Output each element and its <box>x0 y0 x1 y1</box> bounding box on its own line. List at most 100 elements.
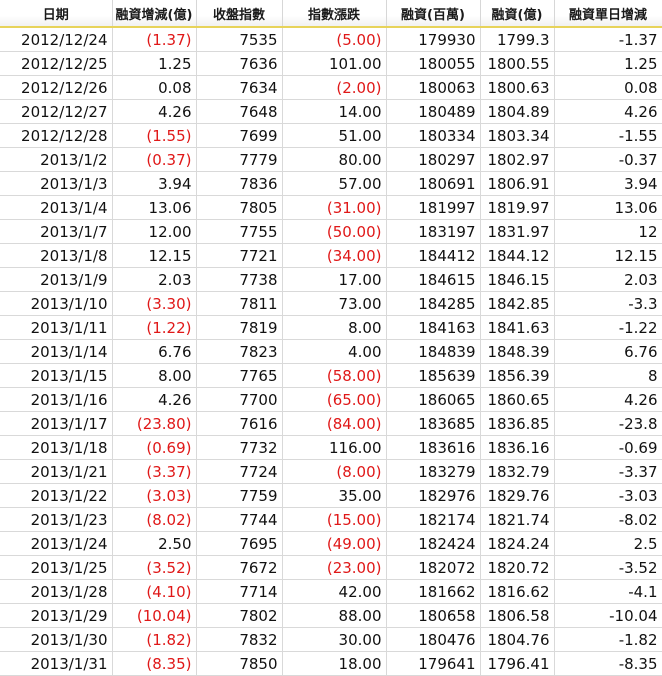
cell-margin-billion[interactable]: 1819.97 <box>480 195 555 220</box>
header-index-change[interactable]: 指數漲跌 <box>282 0 387 28</box>
cell-margin-billion[interactable]: 1832.79 <box>480 459 555 484</box>
cell-daily-change[interactable]: -3.52 <box>554 555 662 580</box>
cell-close-index[interactable]: 7636 <box>196 51 283 76</box>
cell-index-change[interactable]: (2.00) <box>282 75 387 100</box>
cell-daily-change[interactable]: -8.35 <box>554 651 662 676</box>
cell-margin-million[interactable]: 180297 <box>386 147 481 172</box>
header-margin-change[interactable]: 融資增減(億) <box>112 0 197 28</box>
cell-margin-billion[interactable]: 1820.72 <box>480 555 555 580</box>
cell-margin-billion[interactable]: 1803.34 <box>480 123 555 148</box>
cell-close-index[interactable]: 7721 <box>196 243 283 268</box>
cell-margin-change[interactable]: (1.82) <box>112 627 197 652</box>
cell-margin-million[interactable]: 180334 <box>386 123 481 148</box>
cell-daily-change[interactable]: -4.1 <box>554 579 662 604</box>
cell-margin-million[interactable]: 184163 <box>386 315 481 340</box>
cell-daily-change[interactable]: -8.02 <box>554 507 662 532</box>
cell-daily-change[interactable]: -10.04 <box>554 603 662 628</box>
cell-margin-change[interactable]: (8.35) <box>112 651 197 676</box>
cell-index-change[interactable]: (50.00) <box>282 219 387 244</box>
cell-daily-change[interactable]: 12 <box>554 219 662 244</box>
cell-date[interactable]: 2012/12/24 <box>0 27 113 52</box>
cell-margin-change[interactable]: 6.76 <box>112 339 197 364</box>
cell-index-change[interactable]: 35.00 <box>282 483 387 508</box>
cell-margin-billion[interactable]: 1799.3 <box>480 27 555 52</box>
cell-date[interactable]: 2013/1/16 <box>0 387 113 412</box>
cell-margin-million[interactable]: 182072 <box>386 555 481 580</box>
cell-margin-change[interactable]: 0.08 <box>112 75 197 100</box>
cell-close-index[interactable]: 7699 <box>196 123 283 148</box>
cell-margin-million[interactable]: 180476 <box>386 627 481 652</box>
cell-index-change[interactable]: (58.00) <box>282 363 387 388</box>
cell-margin-million[interactable]: 179930 <box>386 27 481 52</box>
cell-margin-change[interactable]: 1.25 <box>112 51 197 76</box>
cell-date[interactable]: 2013/1/7 <box>0 219 113 244</box>
cell-index-change[interactable]: 18.00 <box>282 651 387 676</box>
cell-margin-change[interactable]: (1.55) <box>112 123 197 148</box>
header-close-index[interactable]: 收盤指數 <box>196 0 283 28</box>
cell-date[interactable]: 2013/1/28 <box>0 579 113 604</box>
cell-daily-change[interactable]: -0.69 <box>554 435 662 460</box>
cell-margin-change[interactable]: 8.00 <box>112 363 197 388</box>
cell-margin-billion[interactable]: 1816.62 <box>480 579 555 604</box>
cell-margin-change[interactable]: (8.02) <box>112 507 197 532</box>
cell-date[interactable]: 2013/1/23 <box>0 507 113 532</box>
cell-date[interactable]: 2012/12/28 <box>0 123 113 148</box>
cell-margin-million[interactable]: 182976 <box>386 483 481 508</box>
cell-close-index[interactable]: 7836 <box>196 171 283 196</box>
cell-margin-billion[interactable]: 1844.12 <box>480 243 555 268</box>
cell-close-index[interactable]: 7755 <box>196 219 283 244</box>
cell-close-index[interactable]: 7672 <box>196 555 283 580</box>
cell-margin-change[interactable]: 2.03 <box>112 267 197 292</box>
cell-index-change[interactable]: 57.00 <box>282 171 387 196</box>
cell-date[interactable]: 2013/1/15 <box>0 363 113 388</box>
cell-date[interactable]: 2013/1/9 <box>0 267 113 292</box>
cell-daily-change[interactable]: -0.37 <box>554 147 662 172</box>
cell-margin-million[interactable]: 182174 <box>386 507 481 532</box>
cell-margin-million[interactable]: 184839 <box>386 339 481 364</box>
cell-index-change[interactable]: 73.00 <box>282 291 387 316</box>
cell-margin-change[interactable]: (10.04) <box>112 603 197 628</box>
cell-margin-change[interactable]: 4.26 <box>112 387 197 412</box>
cell-close-index[interactable]: 7700 <box>196 387 283 412</box>
cell-close-index[interactable]: 7805 <box>196 195 283 220</box>
cell-margin-change[interactable]: (23.80) <box>112 411 197 436</box>
cell-margin-billion[interactable]: 1860.65 <box>480 387 555 412</box>
cell-index-change[interactable]: (34.00) <box>282 243 387 268</box>
cell-daily-change[interactable]: 4.26 <box>554 99 662 124</box>
cell-daily-change[interactable]: 6.76 <box>554 339 662 364</box>
cell-index-change[interactable]: 4.00 <box>282 339 387 364</box>
cell-index-change[interactable]: 80.00 <box>282 147 387 172</box>
cell-daily-change[interactable]: 2.5 <box>554 531 662 556</box>
cell-margin-billion[interactable]: 1836.16 <box>480 435 555 460</box>
cell-index-change[interactable]: (65.00) <box>282 387 387 412</box>
cell-close-index[interactable]: 7850 <box>196 651 283 676</box>
cell-date[interactable]: 2013/1/30 <box>0 627 113 652</box>
header-date[interactable]: 日期 <box>0 0 113 28</box>
cell-margin-change[interactable]: (3.52) <box>112 555 197 580</box>
cell-margin-billion[interactable]: 1824.24 <box>480 531 555 556</box>
cell-daily-change[interactable]: -1.22 <box>554 315 662 340</box>
cell-close-index[interactable]: 7802 <box>196 603 283 628</box>
cell-close-index[interactable]: 7832 <box>196 627 283 652</box>
cell-date[interactable]: 2013/1/21 <box>0 459 113 484</box>
cell-date[interactable]: 2013/1/10 <box>0 291 113 316</box>
cell-index-change[interactable]: (84.00) <box>282 411 387 436</box>
cell-close-index[interactable]: 7648 <box>196 99 283 124</box>
cell-margin-change[interactable]: 12.15 <box>112 243 197 268</box>
cell-daily-change[interactable]: 0.08 <box>554 75 662 100</box>
cell-date[interactable]: 2013/1/17 <box>0 411 113 436</box>
cell-margin-billion[interactable]: 1800.55 <box>480 51 555 76</box>
cell-daily-change[interactable]: -1.82 <box>554 627 662 652</box>
cell-close-index[interactable]: 7634 <box>196 75 283 100</box>
cell-index-change[interactable]: 8.00 <box>282 315 387 340</box>
cell-margin-million[interactable]: 184285 <box>386 291 481 316</box>
cell-index-change[interactable]: 101.00 <box>282 51 387 76</box>
cell-date[interactable]: 2013/1/2 <box>0 147 113 172</box>
cell-margin-billion[interactable]: 1804.76 <box>480 627 555 652</box>
cell-margin-billion[interactable]: 1856.39 <box>480 363 555 388</box>
cell-margin-billion[interactable]: 1821.74 <box>480 507 555 532</box>
cell-margin-change[interactable]: 3.94 <box>112 171 197 196</box>
cell-margin-billion[interactable]: 1800.63 <box>480 75 555 100</box>
cell-daily-change[interactable]: 8 <box>554 363 662 388</box>
cell-margin-million[interactable]: 183685 <box>386 411 481 436</box>
